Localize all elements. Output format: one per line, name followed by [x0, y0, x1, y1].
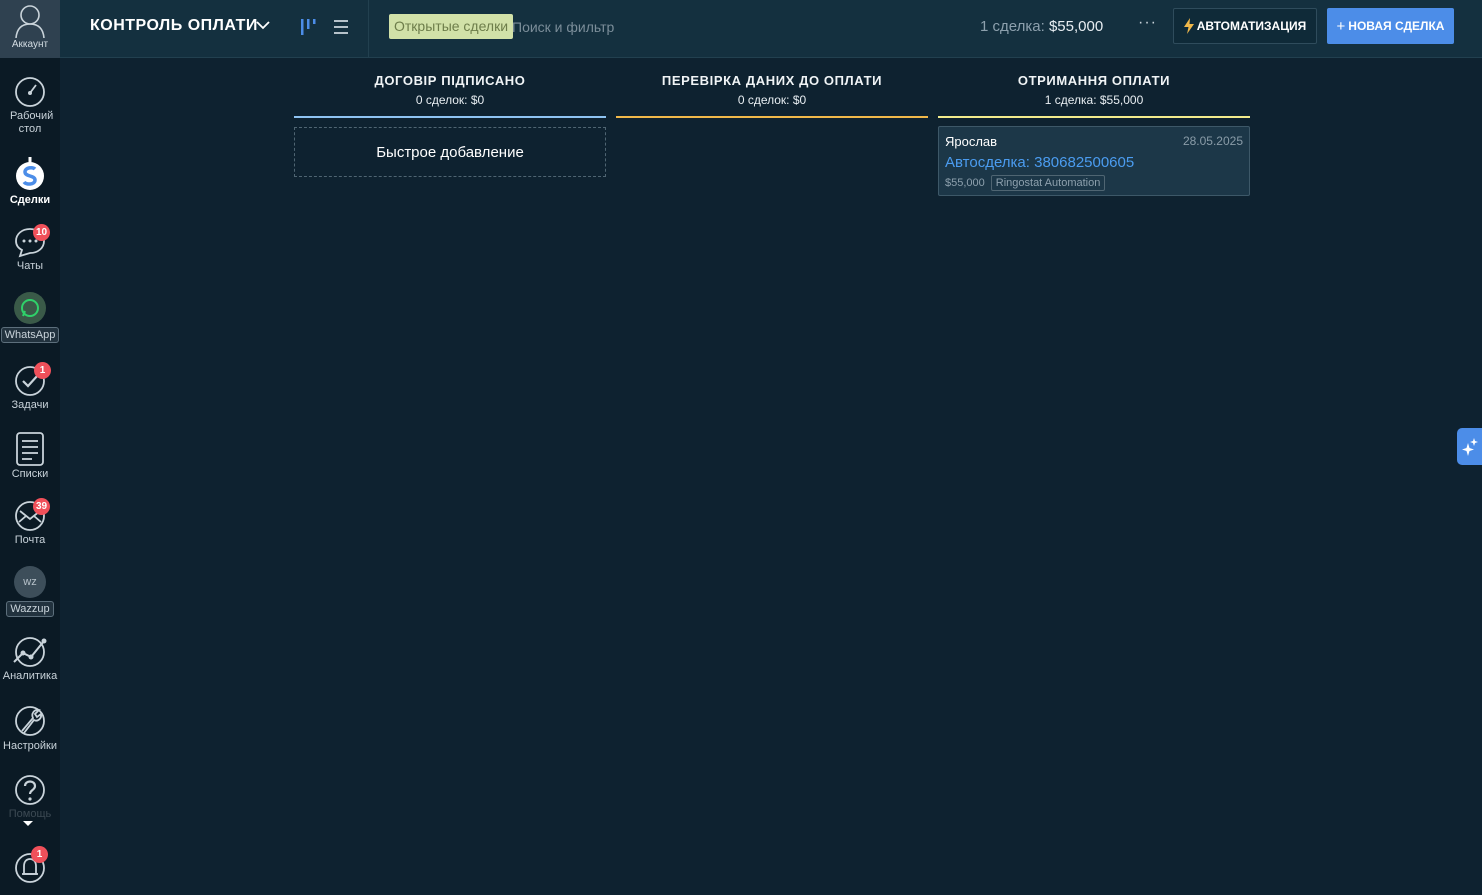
sidebar-item-notifications[interactable]: 1 [0, 846, 60, 884]
whatsapp-icon [14, 292, 46, 324]
summary-count: 1 сделка: [980, 18, 1045, 35]
automation-button[interactable]: АВТОМАТИЗАЦИЯ [1173, 8, 1317, 44]
column-title: ПЕРЕВІРКА ДАНИХ ДО ОПЛАТИ [661, 73, 883, 88]
column-summary: 1 сделка: $55,000 [1044, 93, 1144, 107]
wrench-icon [15, 706, 45, 736]
sidebar-item-label: WhatsApp [0, 327, 60, 343]
wazzup-icon-text: wz [23, 576, 37, 588]
sparkle-icon [1461, 437, 1478, 456]
new-deal-label: НОВАЯ СДЕЛКА [1348, 19, 1445, 33]
list-view-icon[interactable] [333, 19, 349, 35]
deal-tag[interactable]: Ringostat Automation [990, 175, 1106, 191]
pipeline-title[interactable]: КОНТРОЛЬ ОПЛАТИ [90, 17, 258, 35]
topbar: КОНТРОЛЬ ОПЛАТИ Открытые сделки 1 сделка… [60, 0, 1482, 58]
column-header: ДОГОВІР ПІДПИСАНО 0 сделок: $0 [294, 59, 606, 118]
sidebar-item-label: Сделки [9, 194, 51, 206]
sidebar-item-analytics[interactable]: Аналитика [0, 636, 60, 683]
open-deals-filter-tag[interactable]: Открытые сделки [389, 14, 514, 39]
sidebar-item-label: Аналитика [2, 670, 58, 682]
dollar-icon [16, 157, 44, 190]
sidebar-item-lists[interactable]: Списки [0, 432, 60, 481]
column-summary: 0 сделок: $0 [415, 93, 485, 107]
deal-meta: $55,000 Ringostat Automation [945, 175, 1243, 191]
automation-label: АВТОМАТИЗАЦИЯ [1196, 19, 1307, 33]
sidebar-item-dashboard[interactable]: Рабочий стол [0, 76, 60, 136]
column-title: ОТРИМАННЯ ОПЛАТИ [1017, 73, 1171, 88]
deal-price: $55,000 [945, 177, 985, 189]
lightning-icon [1183, 18, 1194, 34]
speedometer-icon [15, 77, 45, 107]
deals-summary: 1 сделка: $55,000 [980, 18, 1103, 35]
quick-add-button[interactable]: Быстрое добавление [294, 127, 606, 177]
sidebar-item-settings[interactable]: Настройки [0, 704, 60, 753]
sidebar-item-label: Почта [14, 534, 46, 546]
scroll-down-icon[interactable] [23, 821, 33, 826]
summary-amount: $55,000 [1048, 18, 1104, 35]
notifications-badge: 1 [31, 846, 48, 863]
chats-badge: 10 [33, 224, 51, 241]
sidebar-item-label: Чаты [16, 260, 44, 272]
sidebar-item-chats[interactable]: 10 Чаты [0, 224, 60, 273]
new-deal-button[interactable]: + НОВАЯ СДЕЛКА [1327, 8, 1454, 44]
sidebar-item-label: Wazzup [6, 601, 54, 617]
list-icon [16, 432, 44, 466]
sidebar-item-label: Списки [11, 468, 49, 480]
ai-assistant-button[interactable] [1457, 428, 1482, 465]
sidebar-item-label: Задачи [11, 399, 49, 411]
account-label: Аккаунт [11, 39, 49, 50]
pipeline-column: ПЕРЕВІРКА ДАНИХ ДО ОПЛАТИ 0 сделок: $0 [616, 59, 928, 118]
sidebar: Аккаунт Рабочий стол Сделки 10 Чаты What… [0, 0, 60, 895]
tasks-badge: 1 [34, 362, 51, 379]
column-header: ОТРИМАННЯ ОПЛАТИ 1 сделка: $55,000 [938, 59, 1250, 118]
plus-icon: + [1336, 17, 1346, 35]
sidebar-item-whatsapp[interactable]: WhatsApp [0, 292, 60, 343]
deal-card[interactable]: Ярослав 28.05.2025 Автосделка: 380682500… [938, 126, 1250, 196]
sidebar-item-mail[interactable]: 39 Почта [0, 498, 60, 547]
analytics-icon [13, 637, 47, 667]
account-button[interactable]: Аккаунт [0, 0, 60, 58]
wazzup-icon: wz [14, 566, 46, 598]
search-input[interactable] [512, 13, 912, 40]
column-title: ДОГОВІР ПІДПИСАНО [374, 73, 526, 88]
kanban-view-icon[interactable] [300, 18, 316, 36]
deal-date: 28.05.2025 [1182, 134, 1243, 148]
column-summary: 0 сделок: $0 [737, 93, 807, 107]
column-header: ПЕРЕВІРКА ДАНИХ ДО ОПЛАТИ 0 сделок: $0 [616, 59, 928, 118]
sidebar-item-tasks[interactable]: 1 Задачи [0, 362, 60, 412]
sidebar-item-help[interactable]: Помощь [0, 774, 60, 821]
sidebar-item-label: Помощь [8, 808, 52, 820]
sidebar-item-label: Рабочий стол [10, 110, 54, 135]
sidebar-item-label: Настройки [3, 740, 57, 752]
sidebar-item-deals[interactable]: Сделки [0, 156, 60, 207]
pipeline-column: ОТРИМАННЯ ОПЛАТИ 1 сделка: $55,000 Яросл… [938, 59, 1250, 196]
help-icon [15, 775, 45, 805]
deal-name-link[interactable]: Автосделка: 380682500605 [945, 154, 1243, 171]
pipeline-column: ДОГОВІР ПІДПИСАНО 0 сделок: $0 Быстрое д… [294, 59, 606, 177]
mail-badge: 39 [33, 498, 51, 515]
chevron-down-icon[interactable] [256, 20, 270, 30]
sidebar-item-wazzup[interactable]: wz Wazzup [0, 566, 60, 617]
user-icon [15, 5, 45, 38]
deal-responsible-user: Ярослав [945, 134, 998, 149]
more-options-button[interactable]: ··· [1138, 14, 1157, 32]
topbar-divider [368, 0, 369, 58]
